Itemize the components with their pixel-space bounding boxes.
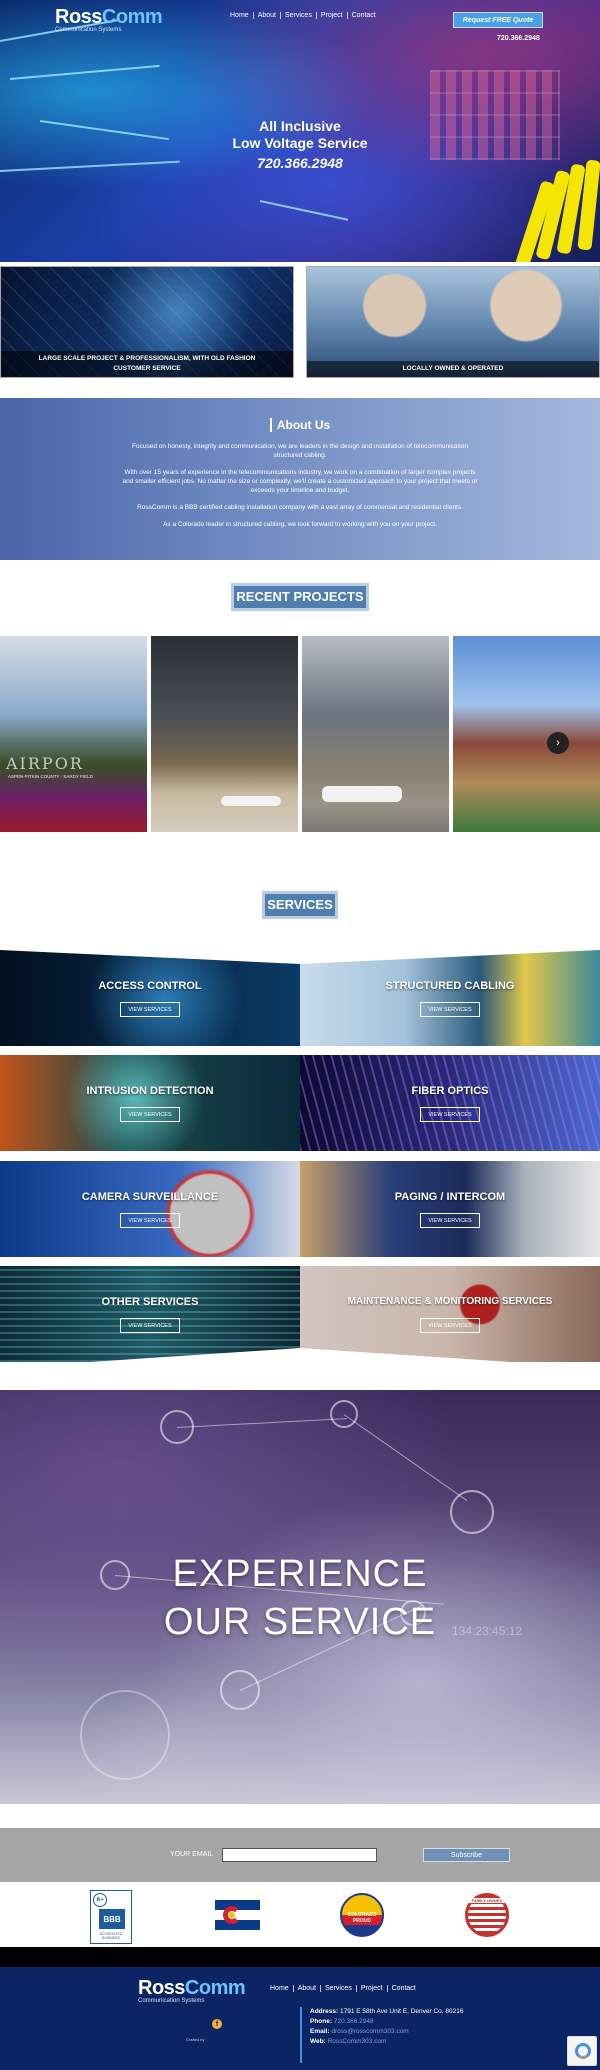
airport-sign-subtext: ASPEN-PITKIN COUNTY · SARDY FIELD (8, 774, 93, 779)
logo-comm: Comm (101, 6, 163, 28)
services-title: SERVICES (262, 891, 338, 919)
email-input[interactable] (222, 1848, 377, 1862)
address-label: Address: (310, 2008, 339, 2015)
hero-section: RossComm Communication Systems Home Abou… (0, 0, 600, 262)
family-owned-text: FAMILY OWNED (468, 1898, 506, 1903)
request-quote-button[interactable]: Request FREE Quote (453, 12, 543, 28)
view-services-button[interactable]: VIEW SERVICES (120, 1107, 180, 1122)
service-title: STRUCTURED CABLING (385, 980, 515, 992)
project-image-airport-sign[interactable]: AIRPOR ASPEN-PITKIN COUNTY · SARDY FIELD (0, 636, 147, 832)
view-services-button[interactable]: VIEW SERVICES (120, 1213, 180, 1228)
service-paging-intercom[interactable]: PAGING / INTERCOM VIEW SERVICES (300, 1161, 600, 1257)
service-title: PAGING / INTERCOM (394, 1191, 506, 1203)
web-label: Web: (310, 2038, 326, 2045)
bbb-accredited-text: ACCREDITED BUSINESS (99, 1932, 123, 1940)
header-phone[interactable]: 720.366.2948 (497, 35, 540, 42)
about-paragraph: Focused on honesty, integrity and commun… (132, 443, 468, 459)
bbb-rating: A+ (93, 1893, 107, 1907)
subscribe-button[interactable]: Subscribe (423, 1848, 510, 1862)
service-structured-cabling[interactable]: STRUCTURED CABLING VIEW SERVICES (300, 950, 600, 1046)
footer-nav-services[interactable]: Services (321, 1985, 357, 1992)
email-label-footer: Email: (310, 2028, 330, 2035)
bbb-logo: BBB (99, 1909, 125, 1929)
footer-nav: Home About Services Project Contact (266, 1985, 420, 1992)
service-other-services[interactable]: OTHER SERVICES VIEW SERVICES (0, 1266, 300, 1362)
feature-caption: LARGE SCALE PROJECT & PROFESSIONALISM, W… (1, 351, 293, 377)
experience-section: 134:23:45:12 EXPERIENCE OUR SERVICE (0, 1390, 600, 1804)
airport-sign-text: AIRPOR (6, 754, 84, 773)
site-credit: Crafted by (186, 2037, 205, 2042)
project-image-building[interactable] (453, 636, 600, 832)
service-maintenance-monitoring[interactable]: MAINTENANCE & MONITORING SERVICES VIEW S… (300, 1266, 600, 1362)
footer-divider (300, 2007, 302, 2063)
footer-nav-project[interactable]: Project (357, 1985, 388, 1992)
feature-panel-locally-owned: LOCALLY OWNED & OPERATED (306, 266, 600, 378)
footer-nav-home[interactable]: Home (266, 1985, 294, 1992)
address-value: 1791 E 58th Ave Unit E, Denver Co. 80216 (340, 2008, 464, 2015)
colorado-flag-icon (215, 1900, 260, 1930)
service-intrusion-detection[interactable]: INTRUSION DETECTION VIEW SERVICES (0, 1055, 300, 1151)
footer-logo[interactable]: RossComm Communication Systems (138, 1977, 246, 2004)
view-services-button[interactable]: VIEW SERVICES (420, 1213, 480, 1228)
nav-about[interactable]: About (254, 12, 281, 19)
logo-ross: Ross (138, 1977, 185, 1999)
phone-label: Phone: (310, 2018, 333, 2025)
view-services-button[interactable]: VIEW SERVICES (420, 1107, 480, 1122)
feature-panel-large-scale: LARGE SCALE PROJECT & PROFESSIONALISM, W… (0, 266, 294, 378)
footer-band (0, 1947, 600, 1967)
recent-projects-title: RECENT PROJECTS (231, 583, 369, 611)
footer-nav-about[interactable]: About (294, 1985, 321, 1992)
service-title: MAINTENANCE & MONITORING SERVICES (347, 1296, 553, 1307)
project-image-private-jet[interactable] (302, 636, 449, 832)
facebook-icon[interactable]: f (212, 2019, 222, 2029)
service-title: INTRUSION DETECTION (86, 1085, 214, 1097)
footer-nav-contact[interactable]: Contact (388, 1985, 420, 1992)
service-title: CAMERA SURVEILLANCE (81, 1191, 219, 1203)
about-section: About Us Focused on honesty, integrity a… (0, 398, 600, 560)
subscribe-section: YOUR EMAIL Subscribe (0, 1828, 600, 1882)
service-title: ACCESS CONTROL (98, 980, 202, 992)
about-title: About Us (269, 418, 330, 432)
phone-link[interactable]: 720.366.2948 (334, 2018, 374, 2025)
about-paragraph: With over 15 years of experience in the … (122, 469, 478, 494)
view-services-button[interactable]: VIEW SERVICES (120, 1318, 180, 1333)
hero-phone[interactable]: 720.366.2948 (0, 155, 600, 171)
nav-project[interactable]: Project (317, 12, 348, 19)
about-paragraph: RossComm is a BBB certified cabling inst… (137, 504, 463, 511)
contact-info: Address: 1791 E 58th Ave Unit E, Denver … (310, 2007, 470, 2047)
project-image-rainbow-jet[interactable] (151, 636, 298, 832)
about-paragraph: As a Colorado leader in structured cabli… (163, 521, 437, 528)
logo-ross: Ross (55, 6, 102, 28)
main-nav: Home About Services Project Contact (226, 12, 380, 19)
email-link[interactable]: dross@rosscomm303.com (331, 2028, 408, 2035)
feature-caption: LOCALLY OWNED & OPERATED (307, 361, 599, 377)
service-access-control[interactable]: ACCESS CONTROL VIEW SERVICES (0, 950, 300, 1046)
view-services-button[interactable]: VIEW SERVICES (420, 1002, 480, 1017)
service-title: FIBER OPTICS (411, 1085, 489, 1097)
hero-title-line2: Low Voltage Service (232, 135, 368, 151)
web-link[interactable]: RossComm303.com (328, 2038, 387, 2045)
nav-home[interactable]: Home (226, 12, 254, 19)
bbb-badge[interactable]: A+ BBB ACCREDITED BUSINESS (90, 1890, 132, 1944)
logo-comm: Comm (184, 1977, 246, 1999)
email-label: YOUR EMAIL (170, 1851, 214, 1858)
site-footer: RossComm Communication Systems Home Abou… (0, 1967, 600, 2070)
service-camera-surveillance[interactable]: CAMERA SURVEILLANCE VIEW SERVICES (0, 1161, 300, 1257)
service-title: OTHER SERVICES (101, 1296, 199, 1308)
experience-title-line2: OUR SERVICE (163, 1601, 437, 1643)
view-services-button[interactable]: VIEW SERVICES (420, 1318, 480, 1333)
service-fiber-optics[interactable]: FIBER OPTICS VIEW SERVICES (300, 1055, 600, 1151)
slider-next-icon[interactable]: › (547, 732, 569, 754)
nav-contact[interactable]: Contact (348, 12, 380, 19)
colorado-proud-badge: COLORADO PROUD (340, 1893, 384, 1937)
nav-services[interactable]: Services (281, 12, 317, 19)
site-logo[interactable]: RossComm Communication Systems (55, 6, 163, 33)
family-owned-badge: FAMILY OWNED (465, 1893, 509, 1937)
experience-title-line1: EXPERIENCE (172, 1553, 428, 1595)
hero-title-line1: All Inclusive (259, 118, 341, 134)
recaptcha-icon[interactable] (567, 2036, 597, 2066)
colorado-proud-text: COLORADO PROUD (347, 1912, 377, 1924)
view-services-button[interactable]: VIEW SERVICES (120, 1002, 180, 1017)
